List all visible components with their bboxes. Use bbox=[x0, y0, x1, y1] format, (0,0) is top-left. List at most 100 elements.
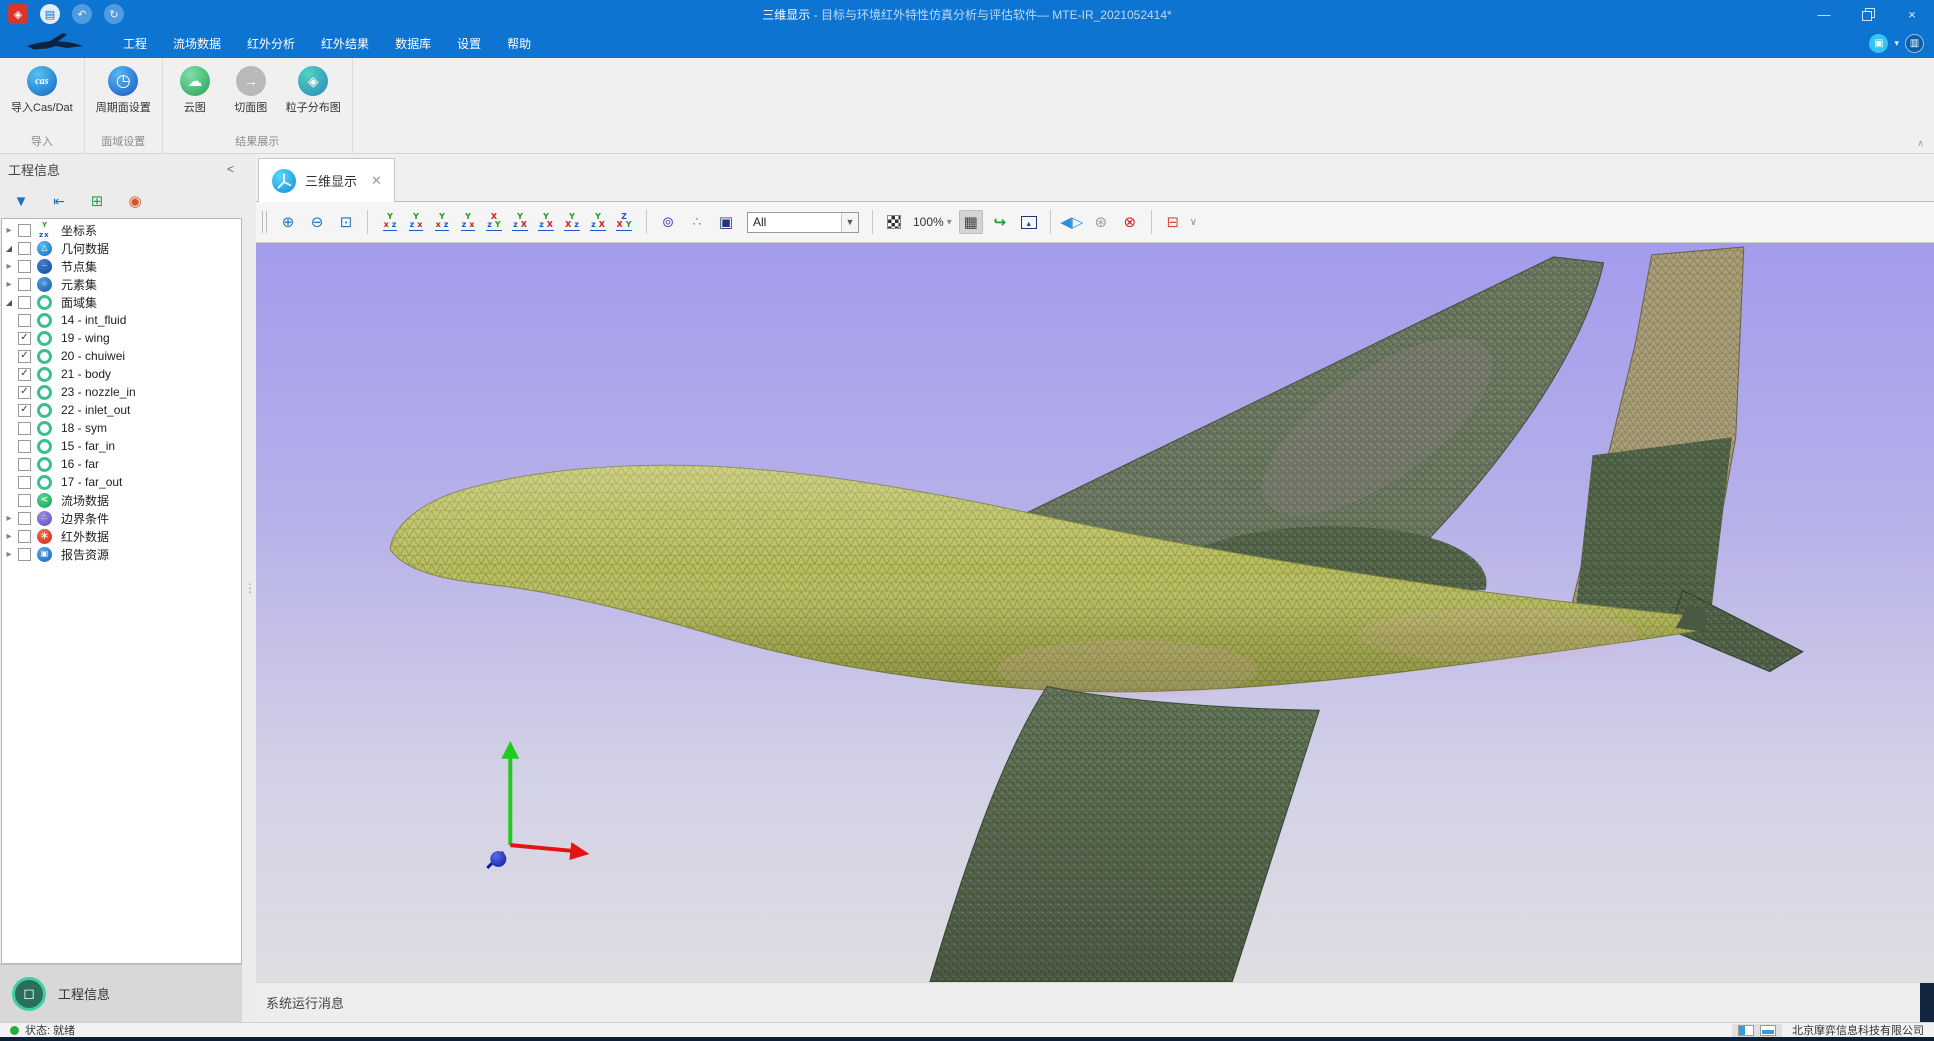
redo-icon[interactable]: ↻ bbox=[104, 4, 124, 24]
tree-checkbox[interactable] bbox=[18, 422, 31, 435]
tree-checkbox[interactable] bbox=[18, 458, 31, 471]
panel-splitter[interactable] bbox=[242, 154, 256, 1022]
layout-bottom-panel-icon[interactable] bbox=[1760, 1025, 1776, 1036]
view-orientation-button[interactable]: Z X Y bbox=[611, 210, 637, 234]
menu-item[interactable]: 流场数据 bbox=[160, 28, 234, 58]
tree-item[interactable]: 报告资源 bbox=[2, 545, 241, 563]
zoom-fit-icon[interactable]: ⊡ bbox=[334, 210, 358, 234]
chevron-down-icon[interactable]: ▾ bbox=[1894, 38, 1899, 49]
ribbon-button[interactable]: 导入Cas/Dat bbox=[6, 62, 78, 117]
menu-item[interactable]: 数据库 bbox=[382, 28, 444, 58]
view-orientation-button[interactable]: Y z x bbox=[403, 210, 429, 234]
tree-item[interactable]: 几何数据 bbox=[2, 239, 241, 257]
view-orientation-button[interactable]: Y z X bbox=[585, 210, 611, 234]
archive-box-icon[interactable]: ⊟ bbox=[1161, 210, 1185, 234]
ribbon-button[interactable]: 粒子分布图 bbox=[281, 62, 346, 117]
zoom-out-icon[interactable]: ⊖ bbox=[305, 210, 329, 234]
tree-item[interactable]: 15 - far_in bbox=[2, 437, 241, 455]
menu-item[interactable]: 工程 bbox=[110, 28, 160, 58]
expander-icon[interactable] bbox=[2, 531, 16, 542]
ribbon-button[interactable]: 周期面设置 bbox=[91, 62, 156, 117]
menu-item[interactable]: 帮助 bbox=[494, 28, 544, 58]
tree-checkbox[interactable] bbox=[18, 476, 31, 489]
tree-checkbox[interactable] bbox=[18, 548, 31, 561]
view-orientation-button[interactable]: Y z x bbox=[455, 210, 481, 234]
expander-icon[interactable] bbox=[2, 549, 16, 560]
view-orientation-button[interactable]: Y x z bbox=[377, 210, 403, 234]
undo-icon[interactable]: ↶ bbox=[72, 4, 92, 24]
tree-checkbox[interactable] bbox=[18, 278, 31, 291]
tree-item[interactable]: 节点集 bbox=[2, 257, 241, 275]
tree-checkbox[interactable] bbox=[18, 494, 31, 507]
zoom-in-icon[interactable]: ⊕ bbox=[276, 210, 300, 234]
molecule-icon[interactable]: ∴ bbox=[685, 210, 709, 234]
group-view-icon[interactable]: ⊞ bbox=[86, 190, 108, 212]
transparency-icon[interactable] bbox=[882, 210, 906, 234]
menu-item[interactable]: 红外结果 bbox=[308, 28, 382, 58]
tree-checkbox[interactable] bbox=[18, 440, 31, 453]
tree-checkbox[interactable] bbox=[18, 530, 31, 543]
tree-checkbox[interactable] bbox=[18, 404, 31, 417]
view-orientation-button[interactable]: X z Y bbox=[481, 210, 507, 234]
ribbon-button[interactable]: 云图 bbox=[169, 62, 221, 117]
restore-button[interactable] bbox=[1846, 0, 1890, 28]
tree-item[interactable]: 红外数据 bbox=[2, 527, 241, 545]
panel-layout-icon[interactable]: ▥ bbox=[1905, 34, 1924, 53]
tree-checkbox[interactable] bbox=[18, 242, 31, 255]
tree-item[interactable]: 16 - far bbox=[2, 455, 241, 473]
tree-item[interactable]: 21 - body bbox=[2, 365, 241, 383]
tree-item[interactable]: 面域集 bbox=[2, 293, 241, 311]
tree-checkbox[interactable] bbox=[18, 512, 31, 525]
ribbon-button[interactable]: 切面图 bbox=[225, 62, 277, 117]
layout-left-panel-icon[interactable] bbox=[1738, 1025, 1754, 1036]
tree-checkbox[interactable] bbox=[18, 260, 31, 273]
expander-icon[interactable] bbox=[2, 297, 16, 307]
tree-checkbox[interactable] bbox=[18, 224, 31, 237]
viewport-3d[interactable] bbox=[256, 243, 1934, 982]
locate-icon[interactable]: ◉ bbox=[124, 190, 146, 212]
tree-checkbox[interactable] bbox=[18, 368, 31, 381]
export-arrow-icon[interactable]: ↪ bbox=[988, 210, 1012, 234]
tree-checkbox[interactable] bbox=[18, 314, 31, 327]
tree-item[interactable]: 22 - inlet_out bbox=[2, 401, 241, 419]
tree-item[interactable]: 23 - nozzle_in bbox=[2, 383, 241, 401]
close-button[interactable]: × bbox=[1890, 0, 1934, 28]
collapse-all-icon[interactable]: ⇤ bbox=[48, 190, 70, 212]
tab-3d-view[interactable]: 三维显示 ✕ bbox=[258, 158, 395, 202]
tree-item[interactable]: 元素集 bbox=[2, 275, 241, 293]
tree-checkbox[interactable] bbox=[18, 350, 31, 363]
tree-checkbox[interactable] bbox=[18, 332, 31, 345]
camera-icon[interactable]: ⊚ bbox=[656, 210, 680, 234]
select-box-icon[interactable]: ▣ bbox=[714, 210, 738, 234]
tree-item[interactable]: 17 - far_out bbox=[2, 473, 241, 491]
expander-icon[interactable] bbox=[2, 243, 16, 253]
panel-footer-tab[interactable]: ◻ 工程信息 bbox=[0, 964, 242, 1022]
title-bar[interactable]: ◈ ▤ ↶ ↻ 三维显示 - 目标与环境红外特性仿真分析与评估软件— MTE-I… bbox=[0, 0, 1934, 28]
delete-icon[interactable]: ⊗ bbox=[1118, 210, 1142, 234]
menu-item[interactable]: 设置 bbox=[444, 28, 494, 58]
chevron-down-icon[interactable]: ▼ bbox=[841, 213, 858, 232]
grid-toggle-icon[interactable]: ▦ bbox=[959, 210, 983, 234]
chevron-down-icon[interactable]: ∨ bbox=[1190, 217, 1197, 228]
tree-checkbox[interactable] bbox=[18, 296, 31, 309]
screenshot-icon[interactable]: ▴ bbox=[1017, 210, 1041, 234]
filter-icon[interactable]: ▼ bbox=[10, 190, 32, 212]
view-orientation-button[interactable]: Y z X bbox=[533, 210, 559, 234]
tree-item[interactable]: 流场数据 bbox=[2, 491, 241, 509]
expander-icon[interactable] bbox=[2, 279, 16, 290]
expander-icon[interactable] bbox=[2, 225, 16, 236]
tab-close-icon[interactable]: ✕ bbox=[371, 173, 382, 189]
menu-item[interactable]: 红外分析 bbox=[234, 28, 308, 58]
view-orientation-button[interactable]: Y x z bbox=[429, 210, 455, 234]
tree-item[interactable]: 19 - wing bbox=[2, 329, 241, 347]
view-orientation-button[interactable]: Y X z bbox=[559, 210, 585, 234]
tree-item[interactable]: 20 - chuiwei bbox=[2, 347, 241, 365]
app-icon[interactable]: ◈ bbox=[8, 4, 28, 24]
tree-item[interactable]: 18 - sym bbox=[2, 419, 241, 437]
panel-collapse-icon[interactable]: < bbox=[227, 162, 234, 176]
mirror-icon[interactable]: ◀▷ bbox=[1060, 210, 1084, 234]
display-filter-select[interactable]: All ▼ bbox=[747, 212, 859, 233]
toolbar-grip[interactable] bbox=[262, 211, 267, 233]
minimize-button[interactable]: — bbox=[1802, 0, 1846, 28]
tree-item[interactable]: 边界条件 bbox=[2, 509, 241, 527]
